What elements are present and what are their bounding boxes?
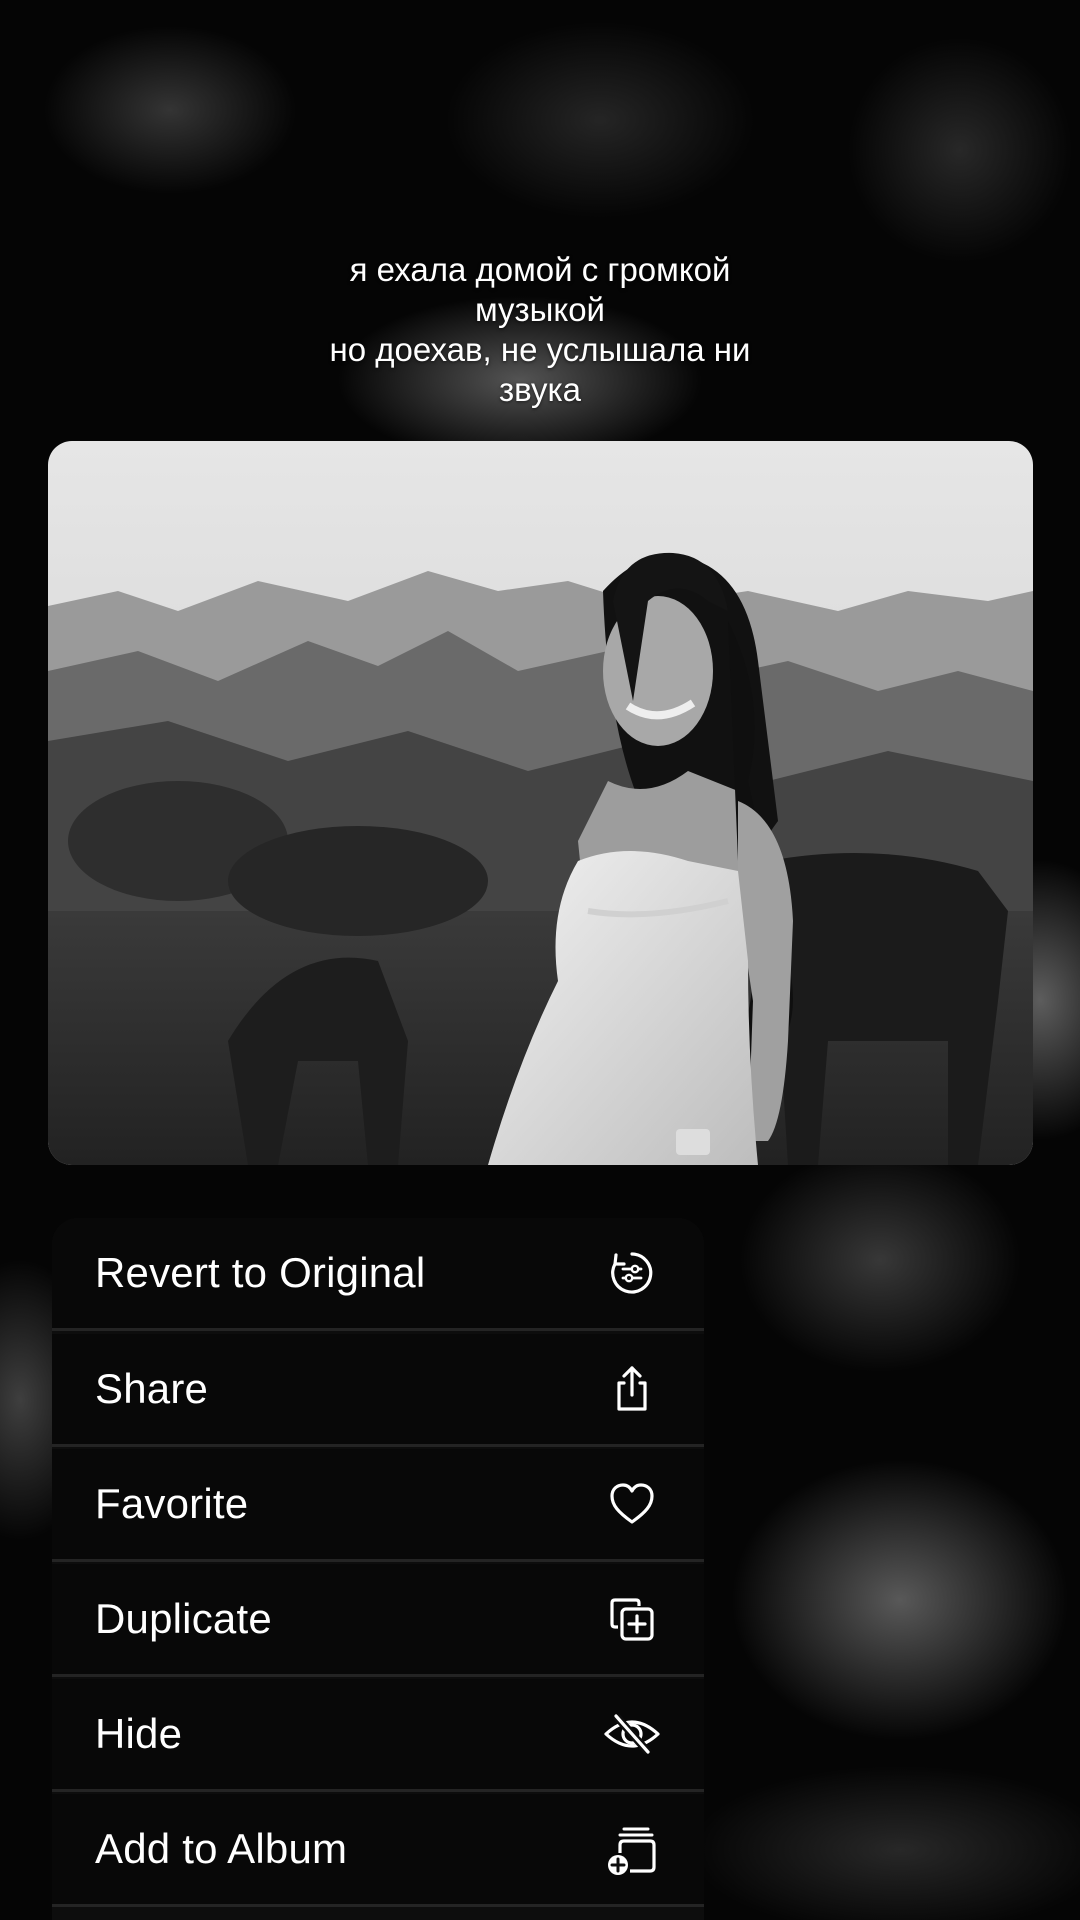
menu-item-label: Share <box>95 1365 209 1412</box>
menu-item-label: Hide <box>95 1710 183 1757</box>
caption-line-2: музыкой <box>474 291 605 328</box>
menu-item-favorite[interactable]: Favorite <box>52 1449 704 1562</box>
menu-item-label: Favorite <box>95 1480 249 1527</box>
add-to-album-icon <box>604 1821 660 1877</box>
menu-item-revert-to-original[interactable]: Revert to Original <box>52 1218 704 1331</box>
eye-slash-icon <box>604 1706 660 1762</box>
heart-icon <box>604 1476 660 1532</box>
duplicate-icon <box>604 1591 660 1647</box>
caption-line-3: но доехав, не услышала ни <box>329 331 751 368</box>
caption-line-4: звука <box>499 371 581 408</box>
menu-item-label: Revert to Original <box>95 1249 426 1296</box>
photo-image <box>48 441 1033 1165</box>
revert-icon <box>604 1245 660 1301</box>
menu-item-label: Duplicate <box>95 1595 272 1642</box>
share-icon <box>604 1361 660 1417</box>
menu-item-hide[interactable]: Hide <box>52 1679 704 1792</box>
menu-item-add-to-album[interactable]: Add to Album <box>52 1794 704 1907</box>
context-menu: Revert to Original Share Favorite Duplic… <box>52 1218 704 1920</box>
caption-line-1: я ехала домой с громкой <box>349 251 731 288</box>
caption-text: я ехала домой с громкой музыкой но доеха… <box>240 250 840 410</box>
photo-preview[interactable] <box>48 441 1033 1165</box>
menu-item-label: Add to Album <box>95 1825 348 1872</box>
menu-item-share[interactable]: Share <box>52 1334 704 1447</box>
menu-item-duplicate[interactable]: Duplicate <box>52 1564 704 1677</box>
